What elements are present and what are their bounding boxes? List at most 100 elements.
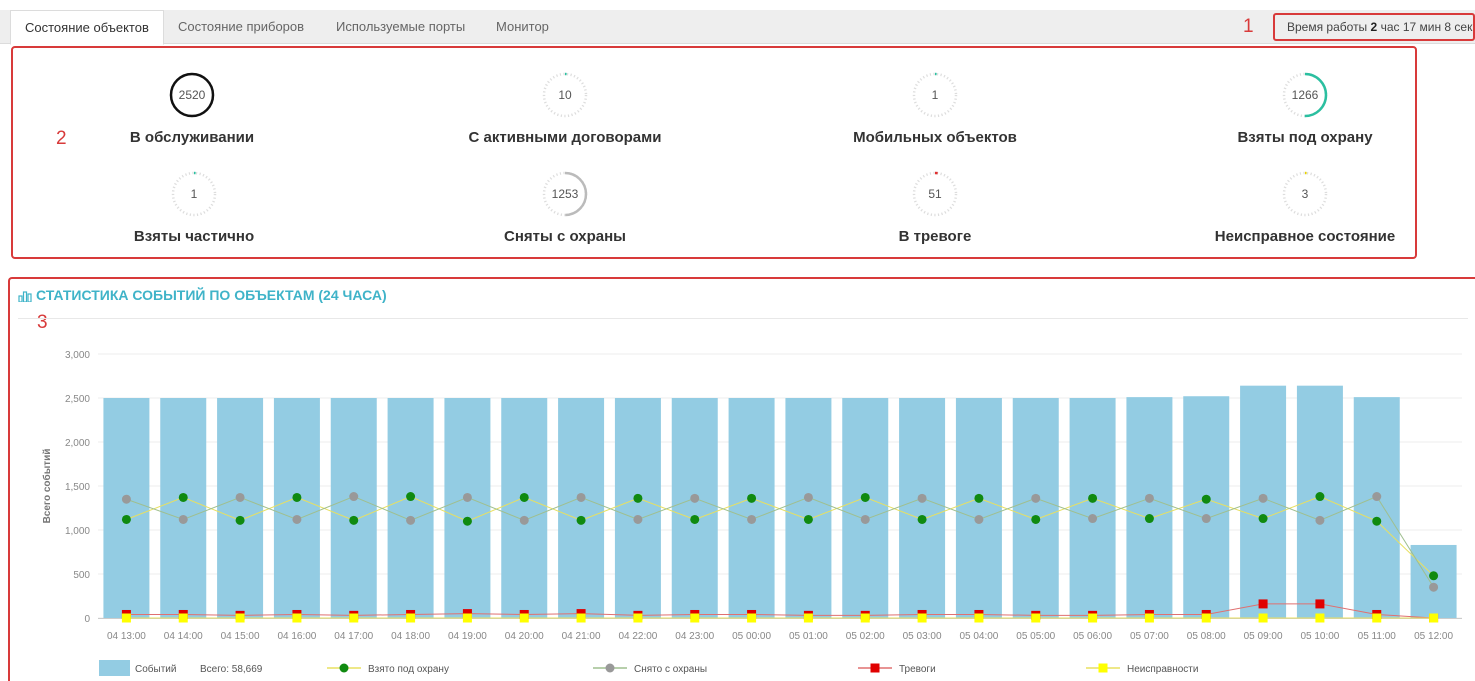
bar-events xyxy=(387,398,434,618)
point-armed xyxy=(462,516,472,526)
bar-events xyxy=(217,398,264,618)
point-disarmed xyxy=(349,492,359,502)
x-tick-label: 05 05:00 xyxy=(1016,631,1055,642)
point-faults xyxy=(462,613,472,623)
point-disarmed xyxy=(1315,515,1325,525)
y-tick-label: 1,500 xyxy=(65,482,90,493)
x-tick-label: 05 07:00 xyxy=(1130,631,1169,642)
point-armed xyxy=(917,514,927,524)
legend-disarmed-label: Снято с охраны xyxy=(634,664,707,675)
legend-faults-label: Неисправности xyxy=(1127,664,1198,675)
x-tick-label: 04 23:00 xyxy=(675,631,714,642)
point-faults xyxy=(690,613,700,623)
point-disarmed xyxy=(1144,493,1154,503)
point-armed xyxy=(349,515,359,525)
point-alarms xyxy=(1258,599,1268,609)
point-armed xyxy=(1031,514,1041,524)
point-disarmed xyxy=(1031,493,1041,503)
y-tick-label: 0 xyxy=(84,614,90,625)
point-armed xyxy=(1088,493,1098,503)
bar-events xyxy=(444,398,491,618)
point-disarmed xyxy=(747,514,757,524)
x-tick-label: 04 21:00 xyxy=(562,631,601,642)
point-faults xyxy=(1144,613,1154,623)
point-faults xyxy=(1315,613,1325,623)
legend-bars-swatch xyxy=(99,660,130,676)
point-armed xyxy=(1372,516,1382,526)
x-tick-label: 04 20:00 xyxy=(505,631,544,642)
bar-events xyxy=(1183,396,1230,618)
x-tick-label: 05 01:00 xyxy=(789,631,828,642)
point-armed xyxy=(633,493,643,503)
point-armed xyxy=(178,492,188,502)
point-disarmed xyxy=(235,492,245,502)
bar-events xyxy=(671,398,718,618)
point-armed xyxy=(1315,492,1325,502)
point-disarmed xyxy=(690,493,700,503)
x-tick-label: 04 13:00 xyxy=(107,631,146,642)
bar-events xyxy=(103,398,150,618)
point-faults xyxy=(406,613,416,623)
legend-bars-label: Событий xyxy=(135,663,176,675)
point-faults xyxy=(1258,613,1268,623)
point-armed xyxy=(292,492,302,502)
legend-armed-marker xyxy=(339,663,349,673)
point-armed xyxy=(1258,514,1268,524)
y-tick-label: 2,500 xyxy=(65,394,90,405)
y-tick-label: 2,000 xyxy=(65,438,90,449)
point-armed xyxy=(576,515,586,525)
y-tick-label: 1,000 xyxy=(65,526,90,537)
point-faults xyxy=(860,613,870,623)
point-disarmed xyxy=(519,515,529,525)
point-disarmed xyxy=(1201,514,1211,524)
point-disarmed xyxy=(1088,514,1098,524)
point-faults xyxy=(178,613,188,623)
point-armed xyxy=(235,515,245,525)
legend-alarms-marker xyxy=(870,663,880,673)
point-armed xyxy=(974,493,984,503)
x-tick-label: 05 02:00 xyxy=(846,631,885,642)
bar-events xyxy=(1353,397,1400,618)
bar-events xyxy=(728,398,775,618)
point-disarmed xyxy=(803,492,813,502)
point-faults xyxy=(292,613,302,623)
point-faults xyxy=(576,613,586,623)
x-tick-label: 04 17:00 xyxy=(334,631,373,642)
bar-events xyxy=(1126,397,1173,618)
bar-events xyxy=(1410,544,1457,618)
point-armed xyxy=(690,514,700,524)
x-tick-label: 05 08:00 xyxy=(1187,631,1226,642)
point-faults xyxy=(1429,613,1439,623)
point-disarmed xyxy=(576,492,586,502)
point-faults xyxy=(974,613,984,623)
x-tick-label: 05 09:00 xyxy=(1244,631,1283,642)
point-disarmed xyxy=(974,514,984,524)
bar-events xyxy=(1012,398,1059,618)
x-tick-label: 04 22:00 xyxy=(618,631,657,642)
bar-events xyxy=(955,398,1002,618)
point-disarmed xyxy=(1372,492,1382,502)
legend-alarms-label: Тревоги xyxy=(899,664,936,675)
point-faults xyxy=(235,613,245,623)
point-alarms xyxy=(1315,599,1325,609)
point-faults xyxy=(121,613,131,623)
legend-disarmed-marker xyxy=(605,663,615,673)
x-tick-label: 05 00:00 xyxy=(732,631,771,642)
point-faults xyxy=(803,613,813,623)
x-tick-label: 05 03:00 xyxy=(903,631,942,642)
x-tick-label: 04 18:00 xyxy=(391,631,430,642)
point-faults xyxy=(519,613,529,623)
point-faults xyxy=(917,613,927,623)
bar-events xyxy=(160,398,207,618)
bar-events xyxy=(899,398,946,618)
x-tick-label: 05 11:00 xyxy=(1358,631,1397,642)
point-armed xyxy=(1429,571,1439,581)
bar-events xyxy=(273,398,320,618)
point-disarmed xyxy=(633,514,643,524)
point-faults xyxy=(349,613,359,623)
point-armed xyxy=(1201,494,1211,504)
x-tick-label: 04 14:00 xyxy=(164,631,203,642)
x-tick-label: 04 19:00 xyxy=(448,631,487,642)
point-armed xyxy=(747,493,757,503)
x-tick-label: 05 12:00 xyxy=(1414,631,1453,642)
